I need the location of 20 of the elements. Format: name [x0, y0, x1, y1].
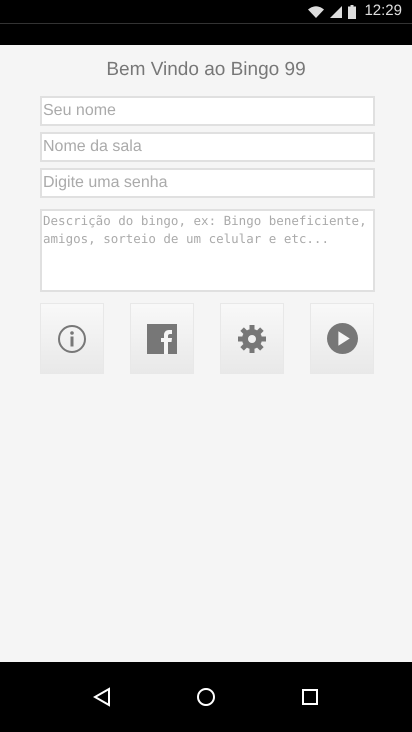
- input-field[interactable]: Seu nome: [40, 96, 375, 126]
- info-button[interactable]: [40, 303, 104, 374]
- play-button[interactable]: [310, 303, 374, 374]
- recents-icon[interactable]: [301, 688, 320, 706]
- info-icon: [57, 324, 87, 354]
- home-icon[interactable]: [196, 687, 216, 707]
- battery-icon: [348, 4, 356, 18]
- description-field[interactable]: Descrição do bingo, ex: Bingo beneficiente, amigos, sorteio de um celular e etc...: [40, 209, 375, 292]
- clock: 12:29: [364, 1, 402, 22]
- signal-icon: [330, 6, 342, 18]
- input-field[interactable]: Digite uma senha: [40, 168, 375, 198]
- wifi-icon: [308, 6, 324, 18]
- back-icon[interactable]: [92, 687, 111, 707]
- settings-button[interactable]: [220, 303, 284, 374]
- settings-icon: [237, 324, 267, 354]
- play-icon: [326, 323, 358, 354]
- facebook-icon: [147, 324, 177, 354]
- welcome-title: Bem Vindo ao Bingo 99: [105, 58, 307, 82]
- facebook-button[interactable]: [130, 303, 194, 374]
- input-field[interactable]: Nome da sala: [40, 132, 375, 162]
